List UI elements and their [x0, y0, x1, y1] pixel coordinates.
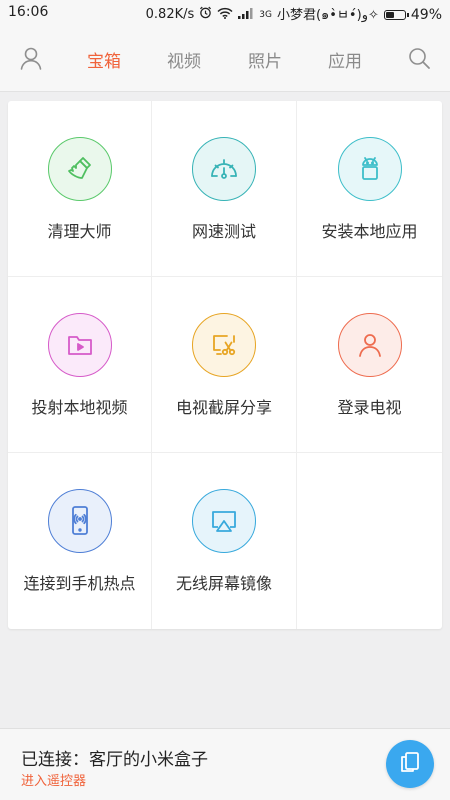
battery-percent: 49% [410, 6, 442, 23]
network-speed: 0.82K/s [145, 7, 195, 22]
alarm-icon [199, 6, 212, 23]
tool-label: 清理大师 [47, 222, 112, 241]
tool-install-local-app[interactable]: 安装本地应用 [297, 101, 442, 277]
tools-grid: 清理大师 网速测试 安装本地应用 投射本地视频 电视截屏分享 登录电视 连接到手… [8, 101, 442, 629]
user-icon[interactable] [18, 45, 44, 71]
user-login-icon [354, 329, 386, 361]
speed-test-icon-circle [192, 137, 256, 201]
status-indicators: 0.82K/s 3G 小梦君(๑•̀ㅂ•́)و✧ 49% [146, 4, 442, 25]
cleaner-icon-circle [47, 137, 112, 201]
tool-label: 登录电视 [337, 398, 402, 417]
android-icon [353, 152, 387, 186]
wifi-icon [217, 7, 233, 23]
tool-cleaner[interactable]: 清理大师 [8, 101, 152, 277]
tool-wireless-screen-mirror[interactable]: 无线屏幕镜像 [152, 453, 297, 629]
screenshot-icon-circle [192, 313, 256, 377]
hotspot-icon-circle [47, 489, 112, 553]
search-icon[interactable] [406, 45, 432, 71]
status-time: 16:06 [8, 4, 49, 20]
mirror-icon-circle [192, 489, 256, 553]
speedometer-icon [206, 151, 242, 187]
login-icon-circle [337, 313, 402, 377]
enter-remote-link[interactable]: 进入遥控器 [21, 770, 86, 789]
broom-icon [63, 152, 97, 186]
tool-label: 连接到手机热点 [23, 574, 136, 593]
remote-screens-icon [397, 749, 423, 779]
battery-icon [383, 9, 409, 20]
tool-label: 网速测试 [191, 222, 256, 241]
tab-photos[interactable]: 照片 [248, 47, 282, 72]
tv-screenshot-icon [207, 328, 241, 362]
connected-device-text: 已连接：客厅的小米盒子 [21, 750, 208, 770]
status-bar: 16:06 0.82K/s 3G 小梦君(๑•̀ㅂ•́)و✧ 49% [0, 0, 450, 25]
video-folder-icon [64, 329, 96, 361]
install-app-icon-circle [337, 137, 402, 201]
tool-label: 无线屏幕镜像 [175, 574, 272, 593]
tab-apps[interactable]: 应用 [328, 47, 362, 72]
cast-video-icon-circle [47, 313, 112, 377]
tool-login-tv[interactable]: 登录电视 [297, 277, 442, 453]
screen-mirror-icon [207, 504, 241, 538]
tool-label: 安装本地应用 [321, 222, 418, 241]
tool-label: 电视截屏分享 [175, 398, 272, 417]
remote-control-button[interactable] [386, 740, 434, 788]
connection-bar: 已连接：客厅的小米盒子 进入遥控器 [0, 728, 450, 800]
tool-speed-test[interactable]: 网速测试 [152, 101, 297, 277]
phone-hotspot-icon [64, 504, 96, 538]
tool-label: 投射本地视频 [31, 398, 128, 417]
carrier-name: 小梦君(๑•̀ㅂ•́)و✧ [276, 8, 379, 23]
tool-cast-local-video[interactable]: 投射本地视频 [8, 277, 152, 453]
signal-icon [238, 7, 254, 23]
empty-cell [297, 453, 442, 629]
tab-treasure-box[interactable]: 宝箱 [87, 47, 121, 72]
tool-tv-screenshot-share[interactable]: 电视截屏分享 [152, 277, 297, 453]
tool-connect-phone-hotspot[interactable]: 连接到手机热点 [8, 453, 152, 629]
top-nav: 宝箱 视频 照片 应用 [0, 25, 450, 92]
tab-video[interactable]: 视频 [167, 47, 201, 72]
network-type: 3G [259, 9, 272, 20]
